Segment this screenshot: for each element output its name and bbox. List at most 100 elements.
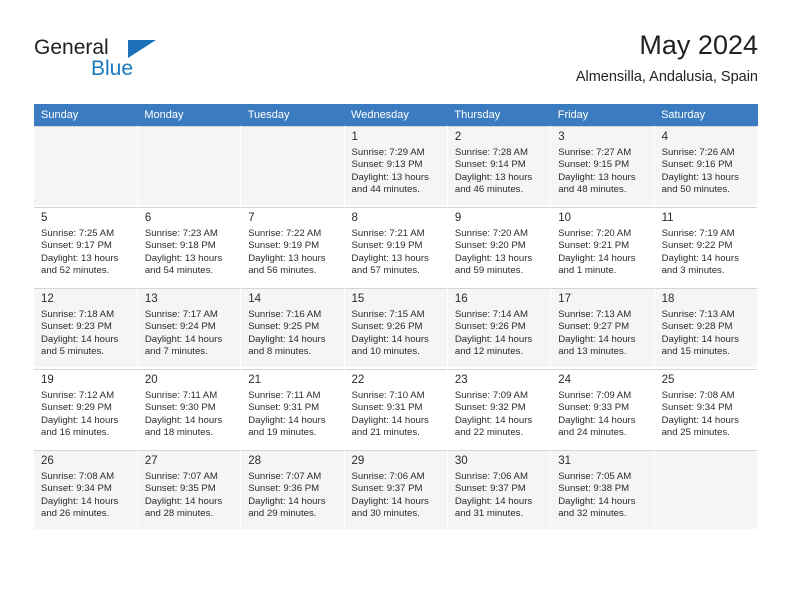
day-number: 13 bbox=[144, 293, 158, 305]
sunset-text: Sunset: 9:35 PM bbox=[144, 483, 216, 495]
daylight-text-line1: Daylight: 14 hours bbox=[661, 252, 739, 264]
calendar-day-cell[interactable]: 10 Sunrise: 7:20 AM Sunset: 9:21 PM Dayligh… bbox=[550, 206, 655, 288]
daylight-text-line1: Daylight: 14 hours bbox=[144, 414, 223, 426]
day-cell-inner: 4 Sunrise: 7:26 AM Sunset: 9:16 PM Daylight… bbox=[654, 126, 757, 205]
calendar-day-cell[interactable]: 24 Sunrise: 7:09 AM Sunset: 9:33 PM Dayligh… bbox=[550, 368, 655, 450]
calendar-day-cell[interactable]: 30 Sunrise: 7:06 AM Sunset: 9:37 PM Dayligh… bbox=[447, 449, 552, 531]
daylight-text-line2: and 22 minutes. bbox=[454, 427, 524, 439]
daylight-text-line2: and 5 minutes. bbox=[41, 346, 104, 358]
calendar-day-cell[interactable]: 21 Sunrise: 7:11 AM Sunset: 9:31 PM Dayligh… bbox=[240, 368, 345, 450]
day-cell-inner: 11 Sunrise: 7:19 AM Sunset: 9:22 PM Dayligh… bbox=[654, 207, 757, 286]
day-details: Sunrise: 7:17 AM Sunset: 9:24 PM Daylight:… bbox=[138, 308, 240, 359]
daylight-text-line1: Daylight: 14 hours bbox=[454, 333, 533, 345]
calendar-day-cell[interactable]: 19 Sunrise: 7:12 AM Sunset: 9:29 PM Dayligh… bbox=[34, 368, 138, 450]
calendar-day-cell[interactable]: 12 Sunrise: 7:18 AM Sunset: 9:23 PM Dayligh… bbox=[34, 287, 138, 369]
day-cell-inner: 5 Sunrise: 7:25 AM Sunset: 9:17 PM Daylight… bbox=[34, 207, 137, 286]
daylight-text-line2: and 15 minutes. bbox=[661, 346, 730, 358]
day-details: Sunrise: 7:28 AM Sunset: 9:14 PM Daylight:… bbox=[448, 146, 550, 197]
daylight-text-line1: Daylight: 14 hours bbox=[144, 333, 223, 345]
sunset-text: Sunset: 9:32 PM bbox=[454, 402, 526, 414]
daylight-text-line2: and 44 minutes. bbox=[351, 184, 420, 196]
daylight-text-line2: and 30 minutes. bbox=[351, 508, 420, 520]
daylight-text-line2: and 59 minutes. bbox=[454, 265, 524, 277]
calendar-day-cell[interactable]: 25 Sunrise: 7:08 AM Sunset: 9:34 PM Dayligh… bbox=[654, 368, 759, 450]
sunset-text: Sunset: 9:33 PM bbox=[558, 402, 630, 414]
calendar-day-cell[interactable]: 18 Sunrise: 7:13 AM Sunset: 9:28 PM Dayligh… bbox=[654, 287, 759, 369]
calendar-day-cell[interactable]: 5 Sunrise: 7:25 AM Sunset: 9:17 PM Daylight… bbox=[34, 206, 138, 288]
calendar-day-cell[interactable]: 28 Sunrise: 7:07 AM Sunset: 9:36 PM Dayligh… bbox=[240, 449, 345, 531]
sunrise-text: Sunrise: 7:29 AM bbox=[351, 147, 425, 158]
sunset-text: Sunset: 9:21 PM bbox=[558, 240, 630, 252]
calendar-day-cell[interactable]: 31 Sunrise: 7:05 AM Sunset: 9:38 PM Dayligh… bbox=[550, 449, 655, 531]
sunset-text: Sunset: 9:13 PM bbox=[351, 159, 423, 171]
daylight-text-line2: and 21 minutes. bbox=[351, 427, 420, 439]
general-blue-logo[interactable]: General Blue bbox=[34, 36, 214, 92]
sunrise-text: Sunrise: 7:07 AM bbox=[248, 471, 322, 482]
daylight-text-line1: Daylight: 14 hours bbox=[661, 414, 739, 426]
sunrise-text: Sunrise: 7:25 AM bbox=[41, 228, 115, 239]
sunset-text: Sunset: 9:22 PM bbox=[661, 240, 733, 252]
sunset-text: Sunset: 9:31 PM bbox=[351, 402, 423, 414]
calendar-day-cell[interactable]: 26 Sunrise: 7:08 AM Sunset: 9:34 PM Dayligh… bbox=[34, 449, 138, 531]
daylight-text-line1: Daylight: 14 hours bbox=[454, 495, 533, 507]
day-number: 22 bbox=[351, 374, 365, 386]
day-cell-inner: 3 Sunrise: 7:27 AM Sunset: 9:15 PM Daylight… bbox=[551, 126, 654, 205]
day-details: Sunrise: 7:06 AM Sunset: 9:37 PM Daylight:… bbox=[448, 470, 550, 521]
sunset-text: Sunset: 9:28 PM bbox=[661, 321, 733, 333]
sunset-text: Sunset: 9:17 PM bbox=[41, 240, 112, 252]
sunrise-text: Sunrise: 7:15 AM bbox=[351, 309, 425, 320]
day-details: Sunrise: 7:20 AM Sunset: 9:20 PM Daylight:… bbox=[448, 227, 550, 278]
calendar-day-cell[interactable]: 13 Sunrise: 7:17 AM Sunset: 9:24 PM Dayligh… bbox=[137, 287, 242, 369]
day-number: 28 bbox=[248, 455, 261, 467]
day-details: Sunrise: 7:14 AM Sunset: 9:26 PM Daylight:… bbox=[448, 308, 550, 359]
day-number: 6 bbox=[144, 212, 152, 224]
calendar-week-row: 5 Sunrise: 7:25 AM Sunset: 9:17 PM Daylight… bbox=[34, 206, 759, 288]
calendar-week-row: 26 Sunrise: 7:08 AM Sunset: 9:34 PM Dayligh… bbox=[34, 449, 759, 531]
day-details: Sunrise: 7:09 AM Sunset: 9:33 PM Daylight:… bbox=[551, 389, 653, 440]
day-number: 19 bbox=[41, 374, 54, 386]
calendar-day-cell[interactable]: 22 Sunrise: 7:10 AM Sunset: 9:31 PM Dayligh… bbox=[344, 368, 448, 450]
daylight-text-line1: Daylight: 13 hours bbox=[454, 171, 533, 183]
calendar-day-cell[interactable]: 8 Sunrise: 7:21 AM Sunset: 9:19 PM Daylight… bbox=[344, 206, 448, 288]
calendar-day-cell[interactable]: 11 Sunrise: 7:19 AM Sunset: 9:22 PM Dayligh… bbox=[654, 206, 759, 288]
page-title: May 2024 bbox=[639, 30, 758, 60]
day-cell-inner: 18 Sunrise: 7:13 AM Sunset: 9:28 PM Dayligh… bbox=[654, 288, 757, 367]
sunrise-text: Sunrise: 7:11 AM bbox=[248, 390, 321, 401]
sunset-text: Sunset: 9:27 PM bbox=[558, 321, 630, 333]
calendar-day-cell[interactable]: 4 Sunrise: 7:26 AM Sunset: 9:16 PM Daylight… bbox=[654, 126, 759, 207]
calendar-day-cell[interactable]: 6 Sunrise: 7:23 AM Sunset: 9:18 PM Daylight… bbox=[137, 206, 242, 288]
calendar-day-cell[interactable]: 17 Sunrise: 7:13 AM Sunset: 9:27 PM Dayligh… bbox=[550, 287, 655, 369]
calendar-day-cell[interactable]: 2 Sunrise: 7:28 AM Sunset: 9:14 PM Daylight… bbox=[447, 126, 552, 207]
day-cell-inner bbox=[34, 126, 137, 205]
sunrise-text: Sunrise: 7:08 AM bbox=[41, 471, 115, 482]
calendar-day-cell[interactable]: 14 Sunrise: 7:16 AM Sunset: 9:25 PM Dayligh… bbox=[240, 287, 345, 369]
calendar-day-cell[interactable]: 15 Sunrise: 7:15 AM Sunset: 9:26 PM Dayligh… bbox=[344, 287, 448, 369]
calendar-day-cell[interactable]: 16 Sunrise: 7:14 AM Sunset: 9:26 PM Dayligh… bbox=[447, 287, 552, 369]
sunset-text: Sunset: 9:38 PM bbox=[558, 483, 630, 495]
sunrise-text: Sunrise: 7:19 AM bbox=[661, 228, 735, 239]
day-details: Sunrise: 7:07 AM Sunset: 9:36 PM Daylight:… bbox=[241, 470, 343, 521]
calendar-day-cell[interactable]: 1 Sunrise: 7:29 AM Sunset: 9:13 PM Daylight… bbox=[344, 126, 448, 207]
weekday-header-row: Sunday Monday Tuesday Wednesday Thursday… bbox=[34, 104, 758, 126]
day-cell-inner: 16 Sunrise: 7:14 AM Sunset: 9:26 PM Dayligh… bbox=[447, 288, 551, 367]
day-cell-inner: 25 Sunrise: 7:08 AM Sunset: 9:34 PM Dayligh… bbox=[654, 369, 757, 448]
day-details: Sunrise: 7:10 AM Sunset: 9:31 PM Daylight:… bbox=[345, 389, 447, 440]
calendar-day-cell[interactable]: 27 Sunrise: 7:07 AM Sunset: 9:35 PM Dayligh… bbox=[137, 449, 242, 531]
daylight-text-line2: and 46 minutes. bbox=[454, 184, 524, 196]
day-number: 8 bbox=[351, 212, 358, 224]
calendar-day-cell[interactable]: 7 Sunrise: 7:22 AM Sunset: 9:19 PM Daylight… bbox=[240, 206, 345, 288]
day-cell-inner: 7 Sunrise: 7:22 AM Sunset: 9:19 PM Daylight… bbox=[241, 207, 344, 286]
sunset-text: Sunset: 9:20 PM bbox=[454, 240, 526, 252]
calendar-day-cell[interactable]: 20 Sunrise: 7:11 AM Sunset: 9:30 PM Dayligh… bbox=[137, 368, 242, 450]
calendar-day-cell[interactable]: 23 Sunrise: 7:09 AM Sunset: 9:32 PM Dayligh… bbox=[447, 368, 552, 450]
day-cell-inner: 29 Sunrise: 7:06 AM Sunset: 9:37 PM Dayligh… bbox=[344, 450, 447, 529]
calendar-day-cell[interactable]: 29 Sunrise: 7:06 AM Sunset: 9:37 PM Dayligh… bbox=[344, 449, 448, 531]
day-number: 1 bbox=[351, 131, 358, 143]
weekday-header-monday: Monday bbox=[137, 104, 241, 126]
logo-text-blue: Blue bbox=[91, 57, 134, 80]
daylight-text-line2: and 54 minutes. bbox=[144, 265, 214, 277]
daylight-text-line2: and 7 minutes. bbox=[144, 346, 208, 358]
sunset-text: Sunset: 9:37 PM bbox=[454, 483, 526, 495]
calendar-day-cell[interactable]: 9 Sunrise: 7:20 AM Sunset: 9:20 PM Daylight… bbox=[447, 206, 552, 288]
calendar-day-cell[interactable]: 3 Sunrise: 7:27 AM Sunset: 9:15 PM Daylight… bbox=[550, 126, 655, 207]
